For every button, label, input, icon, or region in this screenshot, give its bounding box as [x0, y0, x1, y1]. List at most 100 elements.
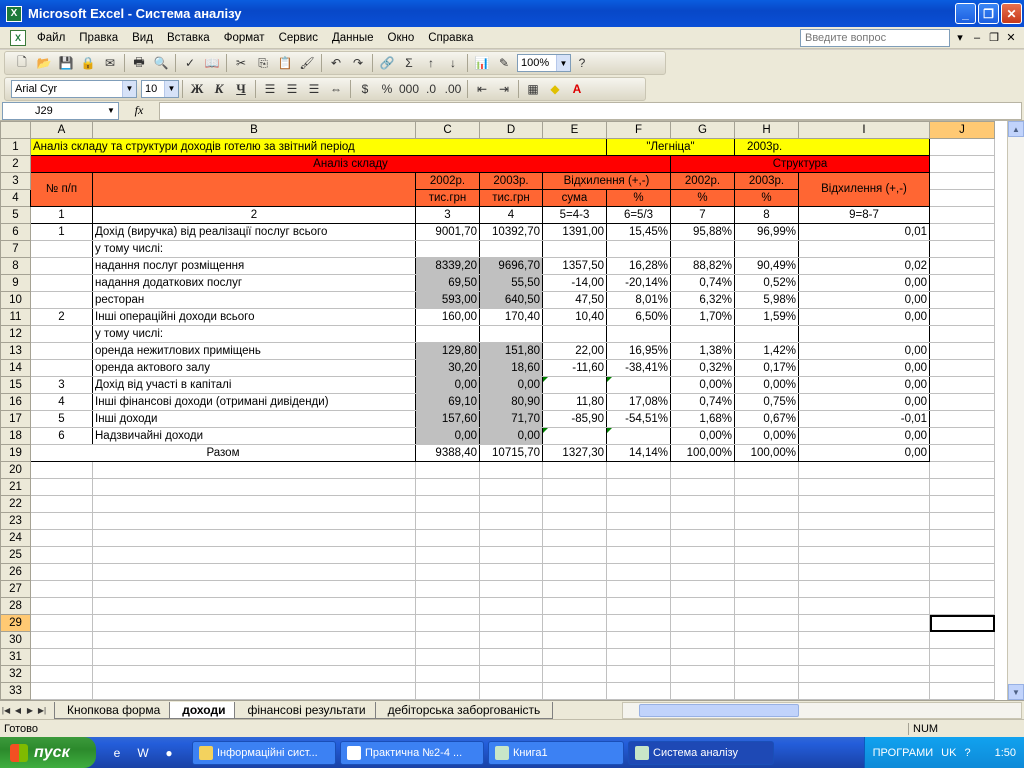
cell-f[interactable]: 6,50% — [606, 308, 671, 326]
cell[interactable] — [929, 138, 995, 156]
cell-a[interactable] — [30, 342, 93, 360]
programs-label[interactable]: ПРОГРАМИ — [873, 747, 934, 759]
row-header[interactable]: 32 — [0, 665, 31, 683]
save-icon[interactable]: 💾 — [55, 53, 77, 73]
cell[interactable] — [929, 155, 995, 173]
copy-icon[interactable]: ⎘ — [252, 53, 274, 73]
cell[interactable] — [929, 444, 995, 462]
cell[interactable] — [929, 376, 995, 394]
cell[interactable] — [929, 461, 995, 479]
tab-finansovi-rezultaty[interactable]: фінансові результати — [234, 701, 379, 719]
cell[interactable] — [542, 597, 607, 615]
cell-e[interactable]: 1357,50 — [542, 257, 607, 275]
cell[interactable] — [798, 682, 930, 700]
column-header[interactable]: B — [92, 121, 416, 139]
header-number-cell[interactable]: № п/п — [30, 172, 93, 207]
cell-e[interactable]: -14,00 — [542, 274, 607, 292]
cell[interactable] — [798, 512, 930, 530]
cell-c[interactable]: 129,80 — [415, 342, 480, 360]
index-cell[interactable]: 2 — [92, 206, 416, 224]
word-icon[interactable]: W — [132, 742, 154, 764]
cell-b[interactable]: Дохід від участі в капіталі — [92, 376, 416, 394]
cell[interactable] — [798, 614, 930, 632]
unit-cell[interactable]: тис.грн — [479, 189, 543, 207]
internet-explorer-icon[interactable]: e — [106, 742, 128, 764]
new-icon[interactable]: 🗋 — [11, 53, 33, 73]
header-2002-cell[interactable]: 2002р. — [415, 172, 480, 190]
cell[interactable] — [929, 665, 995, 683]
cell[interactable] — [479, 580, 543, 598]
cell-d[interactable]: 0,00 — [479, 376, 543, 394]
menu-format[interactable]: Формат — [217, 32, 272, 44]
cell[interactable] — [415, 546, 480, 564]
cell-c[interactable]: 8339,20 — [415, 257, 480, 275]
row-header[interactable]: 25 — [0, 546, 31, 564]
cell[interactable] — [542, 529, 607, 547]
cell[interactable] — [670, 614, 735, 632]
cell[interactable] — [92, 580, 416, 598]
cell[interactable] — [798, 631, 930, 649]
cell[interactable] — [798, 563, 930, 581]
row-header[interactable]: 7 — [0, 240, 31, 258]
cell-a[interactable]: 5 — [30, 410, 93, 428]
cell[interactable] — [542, 563, 607, 581]
cell[interactable] — [415, 648, 480, 666]
cell[interactable] — [734, 631, 799, 649]
tray-icon[interactable]: ? — [964, 747, 970, 759]
permission-icon[interactable]: 🔒 — [77, 53, 99, 73]
cell[interactable] — [670, 682, 735, 700]
row-header[interactable]: 31 — [0, 648, 31, 666]
unit-cell[interactable]: сума — [542, 189, 607, 207]
cell[interactable] — [929, 427, 995, 445]
cell-h[interactable]: 0,75% — [734, 393, 799, 411]
cell-e[interactable]: 22,00 — [542, 342, 607, 360]
tab-knopkova-forma[interactable]: Кнопкова форма — [54, 701, 174, 719]
cell[interactable] — [542, 682, 607, 700]
menu-data[interactable]: Данные — [325, 32, 381, 44]
column-header[interactable]: J — [929, 121, 995, 139]
cell-a[interactable] — [30, 325, 93, 343]
tab-dokhody[interactable]: доходи — [169, 701, 239, 719]
merge-center-icon[interactable]: ⇔ — [325, 79, 347, 99]
cell-f[interactable]: 15,45% — [606, 223, 671, 241]
cell[interactable] — [734, 614, 799, 632]
cell[interactable] — [929, 189, 995, 207]
cell-c[interactable]: 593,00 — [415, 291, 480, 309]
cell-e[interactable] — [542, 376, 607, 394]
cell[interactable] — [670, 648, 735, 666]
cell[interactable] — [734, 682, 799, 700]
cell[interactable] — [929, 223, 995, 241]
cell-i[interactable]: 0,00 — [798, 359, 930, 377]
row-header[interactable]: 4 — [0, 189, 31, 207]
cell[interactable] — [542, 614, 607, 632]
cell[interactable] — [606, 665, 671, 683]
row-header[interactable]: 23 — [0, 512, 31, 530]
row-header[interactable]: 24 — [0, 529, 31, 547]
index-cell[interactable]: 5=4-3 — [542, 206, 607, 224]
cell-i[interactable]: 0,00 — [798, 393, 930, 411]
cell[interactable] — [929, 563, 995, 581]
open-icon[interactable]: 📂 — [33, 53, 55, 73]
corner-select-all[interactable] — [0, 121, 31, 139]
section-structure-cell[interactable]: Структура — [670, 155, 930, 173]
cell[interactable] — [92, 546, 416, 564]
cell-e[interactable]: 1391,00 — [542, 223, 607, 241]
row-header[interactable]: 3 — [0, 172, 31, 190]
cell[interactable] — [670, 631, 735, 649]
fx-icon[interactable]: fx — [119, 103, 159, 118]
cell-h[interactable]: 0,00% — [734, 376, 799, 394]
cell[interactable] — [92, 631, 416, 649]
column-header[interactable]: D — [479, 121, 543, 139]
cell-a[interactable]: 4 — [30, 393, 93, 411]
cell-b[interactable]: оренда нежитлових приміщень — [92, 342, 416, 360]
menu-window[interactable]: Окно — [381, 32, 422, 44]
cell-a[interactable]: 3 — [30, 376, 93, 394]
cell[interactable] — [92, 665, 416, 683]
total-cell-g[interactable]: 100,00% — [670, 444, 735, 462]
row-header[interactable]: 12 — [0, 325, 31, 343]
cell[interactable] — [415, 529, 480, 547]
cell[interactable] — [542, 461, 607, 479]
cell[interactable] — [542, 512, 607, 530]
unit-cell[interactable]: % — [670, 189, 735, 207]
formula-input[interactable] — [159, 101, 1022, 120]
